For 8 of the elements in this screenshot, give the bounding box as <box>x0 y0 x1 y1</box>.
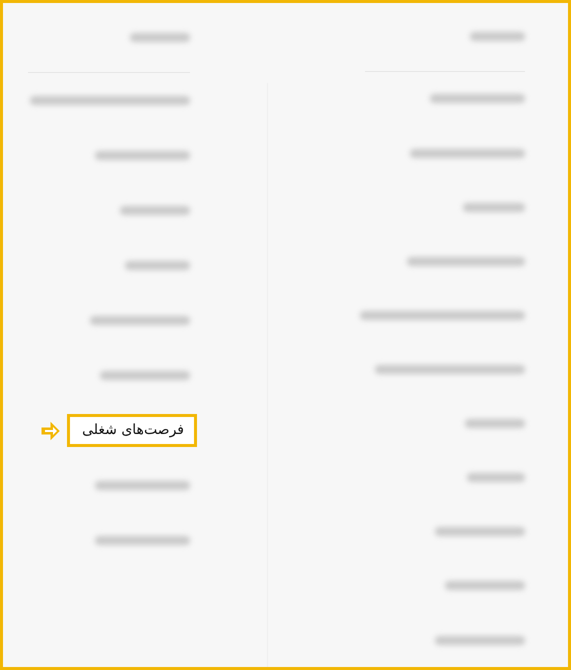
blurred-text <box>465 419 525 428</box>
blurred-text <box>120 206 190 215</box>
blurred-text <box>463 202 525 212</box>
blurred-text <box>125 261 190 270</box>
blurred-text <box>470 32 525 42</box>
blurred-text <box>467 473 525 482</box>
job-opportunities-link[interactable]: فرصت‌های شغلی <box>67 414 197 447</box>
blurred-text <box>130 33 190 42</box>
